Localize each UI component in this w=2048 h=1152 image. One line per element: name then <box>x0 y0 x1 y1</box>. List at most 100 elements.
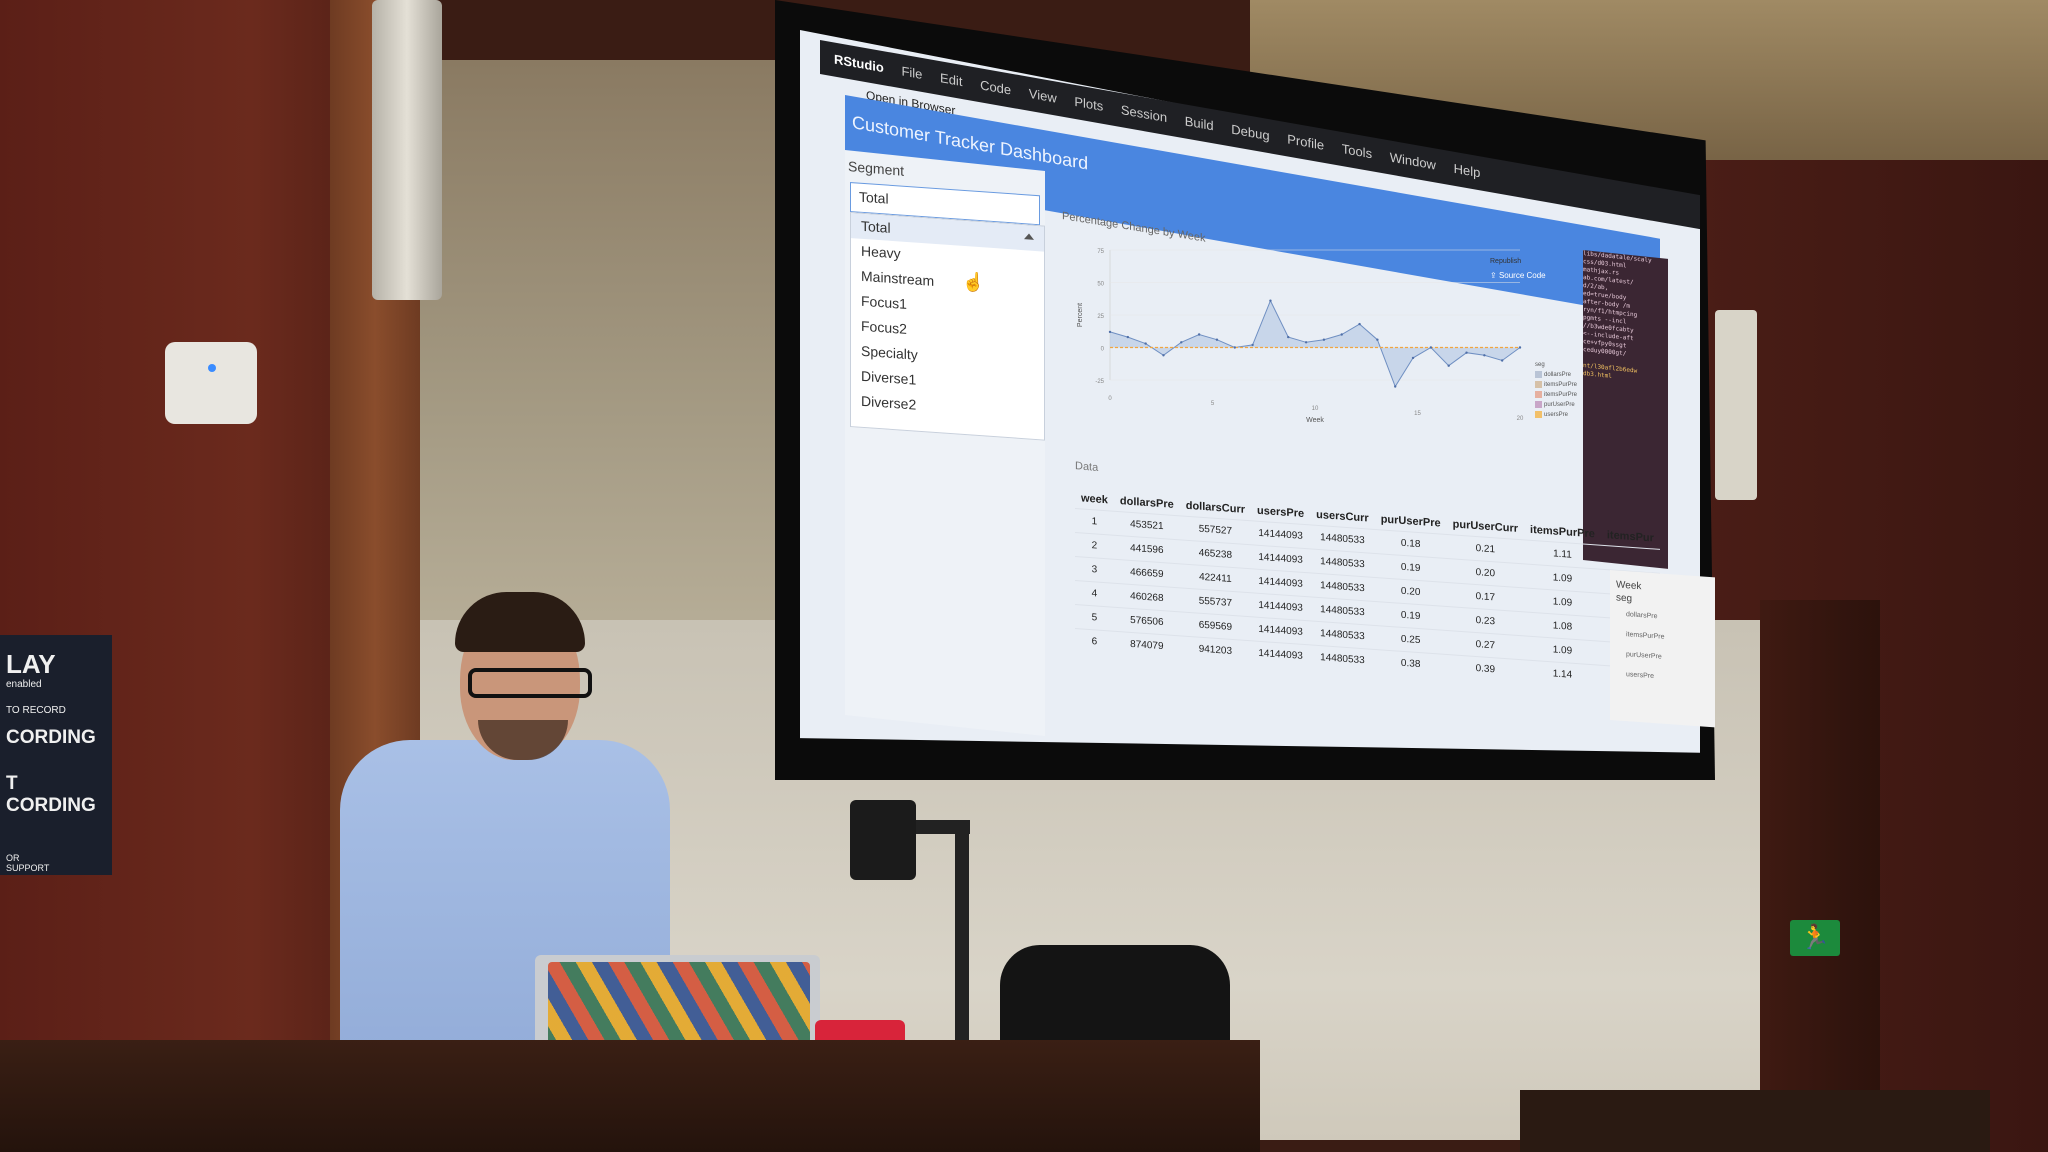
table-cell: 2 <box>1075 532 1114 560</box>
wall-sensor <box>165 342 257 424</box>
sign-line: SUPPORT <box>6 863 50 873</box>
x-tick-label: 15 <box>1414 411 1421 417</box>
data-point <box>1322 338 1326 341</box>
x-axis-label: Week <box>1306 417 1324 424</box>
menu-item-edit[interactable]: Edit <box>940 61 962 99</box>
legend-swatch <box>1535 410 1542 418</box>
menu-item-tools[interactable]: Tools <box>1342 132 1372 171</box>
data-point <box>1126 335 1130 339</box>
data-point <box>1394 385 1397 388</box>
data-point <box>1269 299 1272 302</box>
sensor-led-icon <box>208 364 216 372</box>
black-bag <box>1000 945 1230 1055</box>
table-cell: 5 <box>1075 604 1114 632</box>
y-tick-label: 75 <box>1097 249 1104 255</box>
data-point <box>1304 341 1308 344</box>
data-point <box>1144 342 1147 345</box>
running-man-icon: 🏃 <box>1800 924 1830 951</box>
menu-item-profile[interactable]: Profile <box>1287 122 1324 162</box>
data-point <box>1376 338 1379 341</box>
menu-item-file[interactable]: File <box>901 54 922 92</box>
recording-sign: LAY enabled TO RECORD CORDING T CORDING … <box>0 635 112 875</box>
data-point <box>1197 333 1201 336</box>
legend-label: itemsPurPre <box>1544 392 1578 398</box>
legend-swatch <box>1535 400 1542 408</box>
document-camera-head <box>850 800 916 880</box>
table-cell: 0.39 <box>1446 654 1525 684</box>
hand-cursor-icon: ☝ <box>962 272 985 292</box>
side-projection-screen: Week seg dollarsPre itemsPurPre purUserP… <box>1610 570 1715 728</box>
presenter-glasses <box>468 668 592 698</box>
column-header[interactable]: week <box>1075 488 1114 511</box>
table-cell: 874079 <box>1113 631 1180 660</box>
x-tick-label: 10 <box>1312 406 1319 412</box>
y-tick-label: 50 <box>1097 282 1104 288</box>
table-cell: 941203 <box>1179 635 1252 665</box>
data-point <box>1180 341 1183 344</box>
y-tick-label: 0 <box>1101 347 1105 353</box>
legend-swatch <box>1535 380 1542 388</box>
back-wall-panel <box>410 60 790 640</box>
menu-item-view[interactable]: View <box>1029 77 1057 116</box>
sign-line: enabled <box>6 679 42 690</box>
menu-item-help[interactable]: Help <box>1454 152 1481 191</box>
table-cell: 1 <box>1075 508 1114 536</box>
y-axis-label: Percent <box>1077 303 1084 327</box>
menu-item-code[interactable]: Code <box>980 68 1011 107</box>
caret-up-icon <box>1024 233 1034 240</box>
data-point <box>1358 322 1361 326</box>
lectern-desk <box>0 1040 1260 1152</box>
wall-speaker-left <box>372 0 442 300</box>
document-camera-arm <box>955 830 969 1050</box>
code-viewer-panel: libs/dadatale/scaly css/d03.html mathjax.r… <box>1583 250 1668 569</box>
table-cell: 14480533 <box>1310 644 1375 673</box>
data-table-wrapper: week dollarsPre dollarsCurr usersPre usersCu… <box>1075 488 1660 755</box>
sign-line: TO RECORD <box>6 705 66 716</box>
sign-line: CORDING <box>6 795 96 816</box>
side-desk <box>1520 1090 1990 1152</box>
table-cell: 4 <box>1075 580 1114 608</box>
legend-label: dollarsPre <box>1544 372 1572 378</box>
sign-line: LAY <box>6 649 56 679</box>
data-point <box>1162 354 1165 357</box>
sign-line: CORDING <box>6 727 96 748</box>
data-point <box>1340 333 1343 336</box>
data-point <box>1233 346 1236 349</box>
data-point <box>1287 335 1290 339</box>
data-point <box>1108 330 1112 334</box>
data-point <box>1447 364 1450 367</box>
legend-label: usersPre <box>1544 412 1569 418</box>
data-point <box>1500 359 1504 362</box>
data-point <box>1411 356 1415 360</box>
legend-swatch <box>1535 390 1542 398</box>
menu-item-build[interactable]: Build <box>1185 104 1214 143</box>
exit-door <box>1760 600 1880 1100</box>
y-tick-label: -25 <box>1095 379 1104 385</box>
segment-dropdown: Total Heavy Mainstream Focus1 Focus2 Spe… <box>850 212 1045 441</box>
legend-label: itemsPurPre <box>1544 382 1578 388</box>
data-point <box>1483 354 1486 357</box>
menu-item-plots[interactable]: Plots <box>1074 85 1103 124</box>
sign-line: T <box>6 773 18 794</box>
data-point <box>1518 346 1522 349</box>
sign-line: OR <box>6 853 20 863</box>
wall-speaker-right <box>1715 310 1757 500</box>
table-cell: 6 <box>1075 628 1114 655</box>
series-area <box>1110 300 1520 387</box>
table-cell: 0.38 <box>1374 649 1447 678</box>
legend-label: purUserPre <box>1544 402 1575 408</box>
table-cell: 3 <box>1075 556 1114 584</box>
legend-swatch <box>1535 370 1542 378</box>
data-point <box>1429 346 1433 349</box>
table-cell: 14144093 <box>1251 640 1311 669</box>
table-cell: 1.14 <box>1524 659 1601 689</box>
y-tick-label: 25 <box>1097 314 1104 320</box>
data-point <box>1465 351 1468 354</box>
menu-item-debug[interactable]: Debug <box>1231 113 1269 154</box>
x-tick-label: 20 <box>1517 416 1524 422</box>
percent-change-chart: 75 50 25 0 -25 0 5 10 15 20 Percent Week <box>1077 249 1524 424</box>
data-point <box>1251 343 1254 347</box>
x-tick-label: 0 <box>1108 396 1112 402</box>
x-tick-label: 5 <box>1211 401 1215 407</box>
data-point <box>1215 338 1219 341</box>
